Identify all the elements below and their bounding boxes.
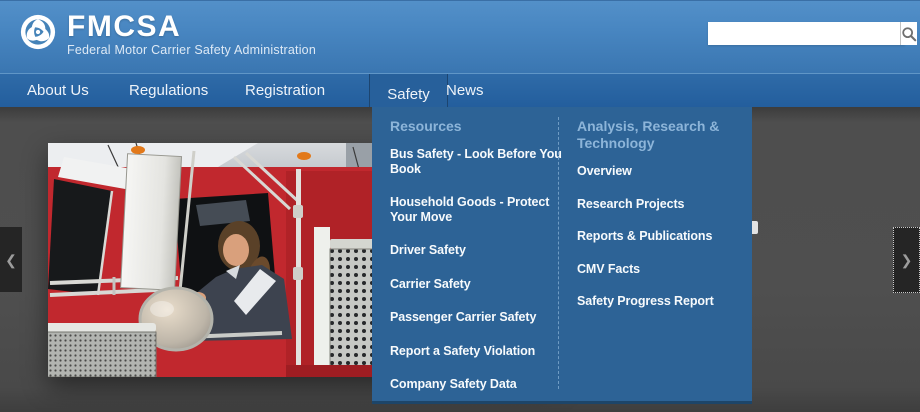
nav-item-registration[interactable]: Registration: [245, 74, 325, 107]
nav-item-news[interactable]: News: [446, 74, 484, 107]
menu-item-progress-report[interactable]: Safety Progress Report: [577, 294, 741, 309]
menu-column-resources: Resources Bus Safety - Look Before You B…: [390, 118, 562, 411]
nav-item-safety-active[interactable]: Safety: [369, 74, 448, 108]
menu-item-carrier-safety[interactable]: Carrier Safety: [390, 277, 562, 292]
dot-logo-icon: [20, 14, 56, 50]
menu-item-report-violation[interactable]: Report a Safety Violation: [390, 344, 562, 359]
search-input[interactable]: [708, 22, 900, 45]
search-icon: [902, 26, 917, 41]
brand-name: FMCSA: [67, 10, 182, 43]
menu-item-household-goods[interactable]: Household Goods - Protect Your Move: [390, 195, 562, 224]
brand-link[interactable]: FMCSA Federal Motor Carrier Safety Admin…: [20, 11, 316, 57]
safety-dropdown-menu: Resources Bus Safety - Look Before You B…: [372, 107, 752, 404]
hero-carousel: ❮ ❯ Resources Bus Safety - Look Before Y…: [0, 107, 920, 412]
menu-column-header: Resources: [390, 118, 462, 134]
menu-column-header: Analysis, Research & Technology: [577, 118, 720, 151]
menu-item-passenger-carrier[interactable]: Passenger Carrier Safety: [390, 310, 562, 325]
menu-item-company-safety[interactable]: Company Safety Data: [390, 377, 562, 392]
nav-item-about-us[interactable]: About Us: [27, 74, 89, 107]
menu-item-overview[interactable]: Overview: [577, 164, 741, 179]
menu-item-reports-pubs[interactable]: Reports & Publications: [577, 229, 741, 244]
menu-column-divider: [558, 117, 559, 389]
menu-column-analysis: Analysis, Research & Technology Overview…: [577, 118, 741, 327]
main-nav: About Us Regulations Registration Safety…: [0, 73, 920, 108]
menu-item-driver-safety[interactable]: Driver Safety: [390, 243, 562, 258]
menu-item-cmv-facts[interactable]: CMV Facts: [577, 262, 741, 277]
nav-item-regulations[interactable]: Regulations: [129, 74, 208, 107]
chevron-left-icon: ❮: [5, 251, 17, 268]
search-box: [708, 22, 917, 45]
carousel-next-button[interactable]: ❯: [893, 227, 920, 293]
brand-subtitle: Federal Motor Carrier Safety Administrat…: [67, 43, 316, 57]
site-header: FMCSA Federal Motor Carrier Safety Admin…: [0, 0, 920, 73]
menu-item-bus-safety[interactable]: Bus Safety - Look Before You Book: [390, 147, 562, 176]
fmcsa-homepage: FMCSA Federal Motor Carrier Safety Admin…: [0, 0, 920, 412]
menu-item-research-projects[interactable]: Research Projects: [577, 197, 741, 212]
chevron-right-icon: ❯: [900, 252, 913, 268]
carousel-prev-button[interactable]: ❮: [0, 227, 22, 292]
search-button[interactable]: [900, 22, 917, 45]
